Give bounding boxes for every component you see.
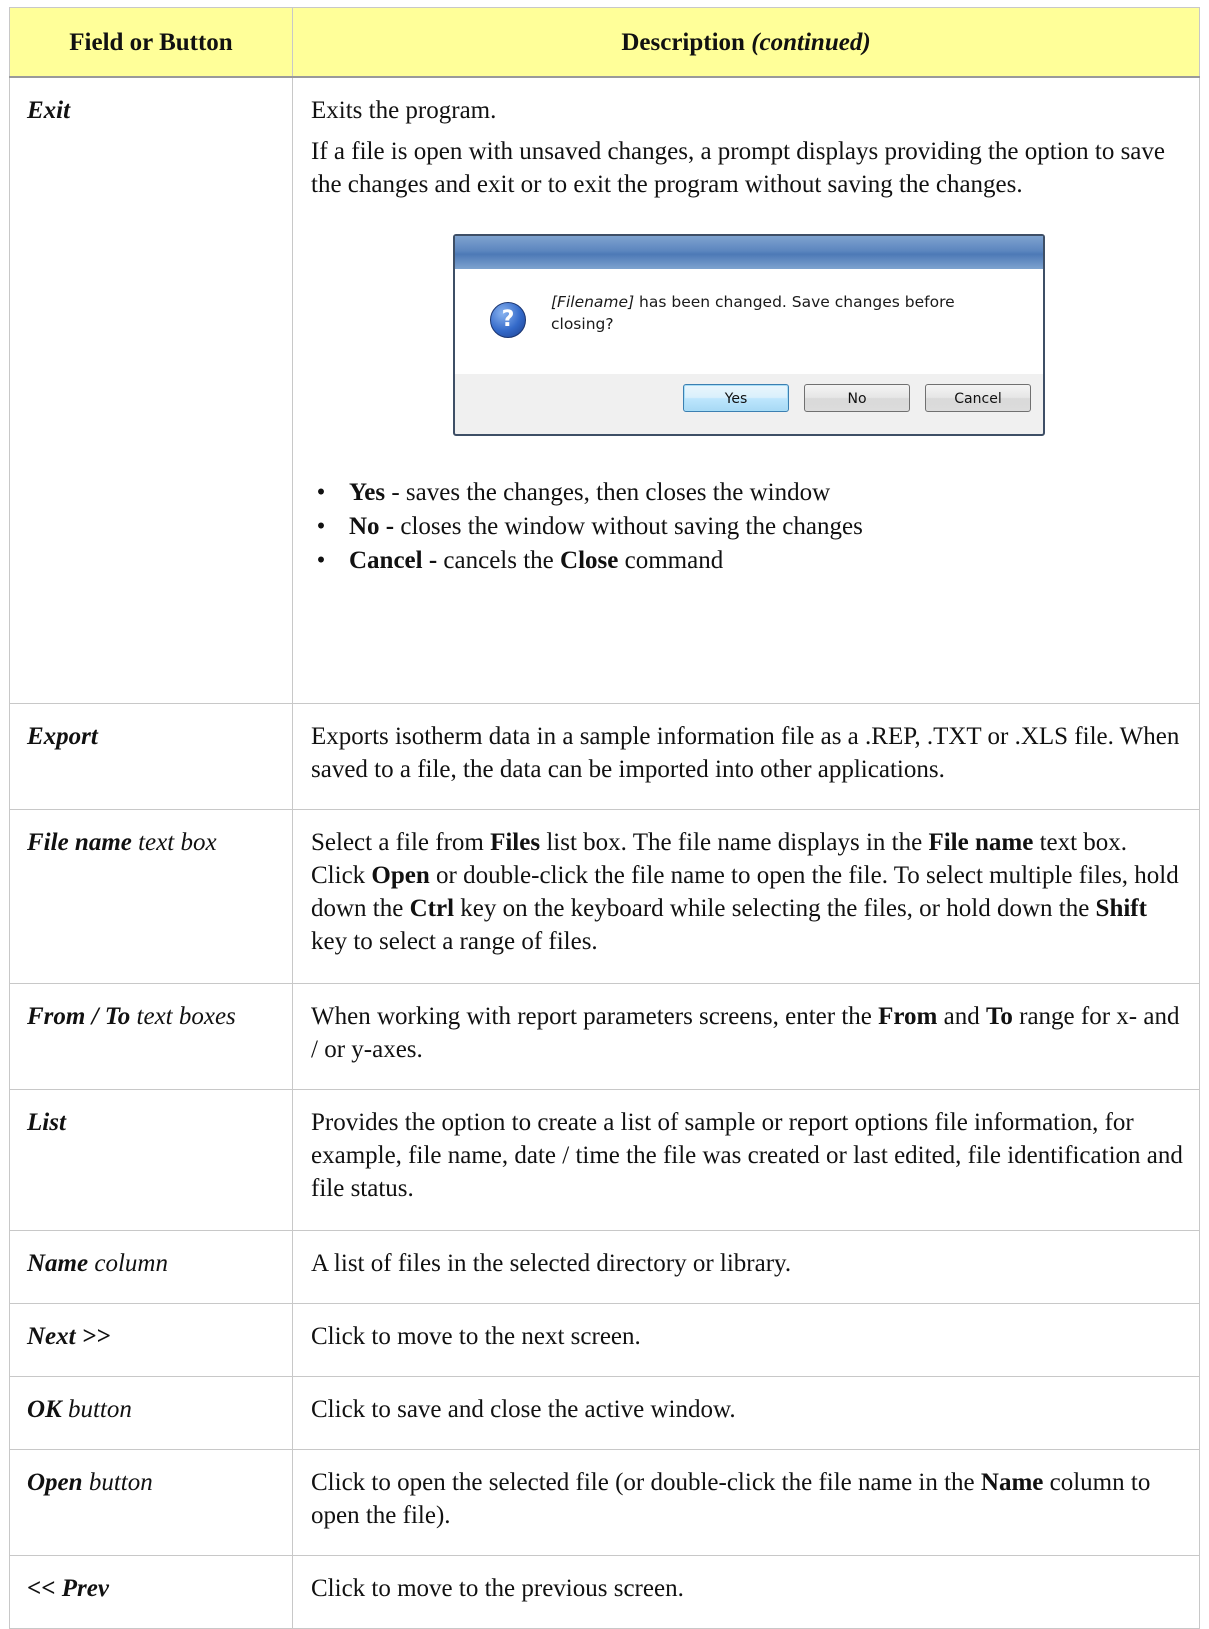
table-row: Open button Click to open the selected f…	[9, 1448, 1200, 1556]
header-field-or-button: Field or Button	[9, 7, 293, 78]
description-cell: Click to move to the previous screen.	[292, 1554, 1200, 1629]
table-row: List Provides the option to create a lis…	[9, 1088, 1200, 1231]
save-changes-dialog: ? [Filename] has been changed. Save chan…	[453, 234, 1045, 436]
dialog-button-bar: Yes No Cancel	[455, 372, 1043, 434]
description-text: Exits the program.	[311, 97, 497, 124]
list-item: • Cancel - cancels the Close command	[316, 547, 724, 574]
table-row: Next >> Click to move to the next screen…	[9, 1302, 1200, 1377]
description-cell: Click to move to the next screen.	[292, 1302, 1200, 1377]
field-name: Name	[27, 1249, 89, 1277]
dialog-message: [Filename] has been changed. Save change…	[551, 293, 955, 333]
description-text: Provides the option to create a list of …	[311, 1108, 1183, 1202]
table-row: File name text box Select a file from Fi…	[9, 808, 1200, 984]
field-name: OK	[27, 1395, 62, 1423]
description-text: Click to move to the previous screen.	[311, 1574, 684, 1602]
field-name: Exit	[27, 97, 71, 124]
description-cell: When working with report parameters scre…	[292, 982, 1200, 1090]
field-cell: Open button	[9, 1448, 293, 1556]
question-icon: ?	[490, 302, 526, 338]
field-cell: From / To text boxes	[9, 982, 293, 1090]
field-name: << Prev	[27, 1574, 109, 1602]
header-description: Description (continued)	[292, 7, 1200, 78]
field-name: Export	[27, 722, 98, 750]
description-text: Click to save and close the active windo…	[311, 1395, 736, 1423]
table-row: Export Exports isotherm data in a sample…	[9, 702, 1200, 810]
table-row: From / To text boxes When working with r…	[9, 982, 1200, 1090]
yes-button[interactable]: Yes	[683, 384, 789, 412]
description-text: When working with report parameters scre…	[311, 1002, 1180, 1063]
description-text: Exports isotherm data in a sample inform…	[311, 722, 1180, 783]
description-text: A list of files in the selected director…	[311, 1249, 792, 1277]
field-cell: Next >>	[9, 1302, 293, 1377]
table-row: OK button Click to save and close the ac…	[9, 1375, 1200, 1450]
table-row: Exit Exits the program. If a file is ope…	[9, 76, 1200, 704]
dialog-body: ? [Filename] has been changed. Save chan…	[455, 269, 1043, 374]
description-cell: Exits the program. If a file is open wit…	[292, 76, 1200, 704]
field-reference-table: Field or Button Description (continued) …	[9, 7, 1200, 1629]
field-cell: File name text box	[9, 808, 293, 984]
field-name: Open	[27, 1468, 83, 1496]
description-cell: Click to open the selected file (or doub…	[292, 1448, 1200, 1556]
field-cell: Exit	[9, 76, 293, 704]
description-cell: A list of files in the selected director…	[292, 1229, 1200, 1304]
cancel-button[interactable]: Cancel	[925, 384, 1031, 412]
field-name: From / To	[27, 1002, 131, 1030]
description-text: Click to move to the next screen.	[311, 1322, 641, 1350]
dialog-titlebar	[455, 236, 1043, 269]
field-name: List	[27, 1108, 66, 1136]
list-item: • No - closes the window without saving t…	[316, 513, 863, 540]
table-row: Name column A list of files in the selec…	[9, 1229, 1200, 1304]
description-cell: Exports isotherm data in a sample inform…	[292, 702, 1200, 810]
description-text: If a file is open with unsaved changes, …	[311, 138, 1165, 198]
list-item: • Yes - saves the changes, then closes th…	[316, 479, 831, 506]
field-name: File name	[27, 828, 132, 856]
field-cell: OK button	[9, 1375, 293, 1450]
field-name: Next >>	[27, 1322, 111, 1350]
description-cell: Select a file from Files list box. The f…	[292, 808, 1200, 984]
no-button[interactable]: No	[804, 384, 910, 412]
field-cell: << Prev	[9, 1554, 293, 1629]
description-cell: Click to save and close the active windo…	[292, 1375, 1200, 1450]
field-cell: List	[9, 1088, 293, 1231]
description-cell: Provides the option to create a list of …	[292, 1088, 1200, 1231]
table-row: << Prev Click to move to the previous sc…	[9, 1554, 1200, 1629]
options-list: • Yes - saves the changes, then closes th…	[311, 476, 1187, 578]
description-text: Select a file from Files list box. The f…	[311, 828, 1179, 955]
table-header-row: Field or Button Description (continued)	[9, 7, 1200, 78]
description-text: Click to open the selected file (or doub…	[311, 1468, 1151, 1529]
field-cell: Export	[9, 702, 293, 810]
field-cell: Name column	[9, 1229, 293, 1304]
